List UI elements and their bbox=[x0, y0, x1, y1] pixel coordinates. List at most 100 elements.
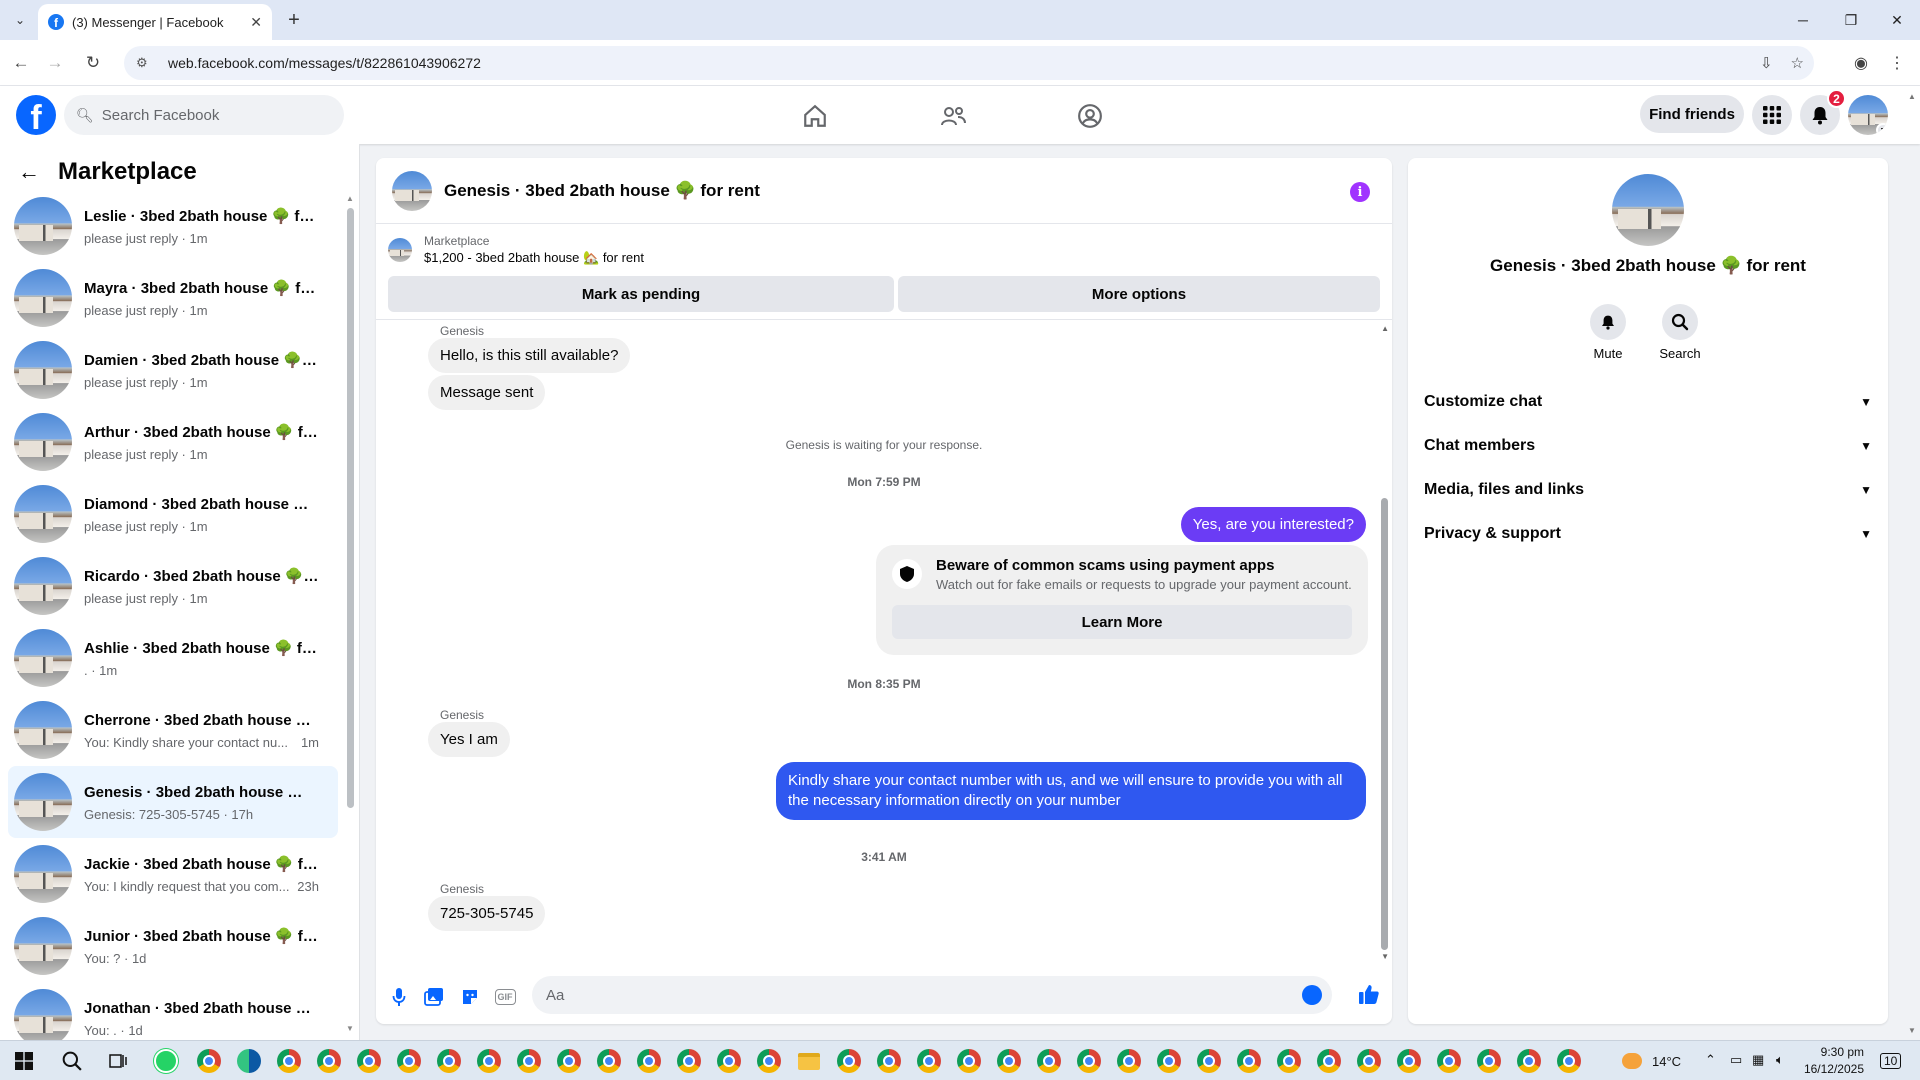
customize-chat-section[interactable]: Customize chat ▼ bbox=[1424, 380, 1872, 424]
chrome-icon[interactable] bbox=[1275, 1047, 1303, 1075]
back-icon[interactable]: ← bbox=[8, 50, 34, 76]
sticker-icon[interactable] bbox=[459, 986, 481, 1008]
chrome-icon[interactable] bbox=[395, 1047, 423, 1075]
sidebar-scrollbar[interactable] bbox=[347, 208, 354, 808]
microphone-icon[interactable] bbox=[388, 986, 410, 1008]
chat-avatar[interactable] bbox=[392, 170, 432, 211]
chrome-icon[interactable] bbox=[275, 1047, 303, 1075]
chrome-icon-active[interactable] bbox=[1555, 1047, 1583, 1075]
clock-date[interactable]: 16/12/2025 bbox=[1798, 1062, 1864, 1076]
chrome-icon[interactable] bbox=[915, 1047, 943, 1075]
browser-menu-icon[interactable]: ⋮ bbox=[1884, 50, 1910, 76]
conversation-item[interactable]: Mayra · 3bed 2bath house 🌳 fo... please … bbox=[8, 262, 338, 334]
chrome-icon[interactable] bbox=[1435, 1047, 1463, 1075]
chrome-icon[interactable] bbox=[435, 1047, 463, 1075]
chrome-icon[interactable] bbox=[195, 1047, 223, 1075]
photo-icon[interactable] bbox=[423, 986, 445, 1008]
new-tab-icon[interactable]: + bbox=[282, 8, 306, 32]
details-avatar[interactable] bbox=[1612, 174, 1684, 246]
chrome-icon[interactable] bbox=[475, 1047, 503, 1075]
conversation-item[interactable]: Damien · 3bed 2bath house 🌳 f... please … bbox=[8, 334, 338, 406]
incoming-message[interactable]: Hello, is this still available? bbox=[428, 338, 631, 373]
chrome-icon[interactable] bbox=[995, 1047, 1023, 1075]
taskbar-search-icon[interactable] bbox=[58, 1047, 86, 1075]
facebook-search-input[interactable]: 🔍︎ Search Facebook bbox=[64, 95, 344, 135]
tray-device-icon[interactable]: ▭ bbox=[1730, 1052, 1742, 1068]
chrome-icon[interactable] bbox=[1195, 1047, 1223, 1075]
conversation-item[interactable]: Diamond · 3bed 2bath house 🌳 ... please … bbox=[8, 478, 338, 550]
folder-icon[interactable] bbox=[795, 1047, 823, 1075]
chrome-icon[interactable] bbox=[715, 1047, 743, 1075]
gif-icon[interactable]: GIF bbox=[494, 986, 516, 1008]
chrome-icon[interactable] bbox=[1035, 1047, 1063, 1075]
reload-icon[interactable]: ↻ bbox=[80, 50, 106, 76]
chat-scrollbar[interactable] bbox=[1381, 498, 1388, 950]
outgoing-message[interactable]: Kindly share your contact number with us… bbox=[776, 762, 1366, 820]
chrome-icon[interactable] bbox=[555, 1047, 583, 1075]
profile-nav-icon[interactable] bbox=[1035, 94, 1145, 138]
site-info-icon[interactable]: ⚙ bbox=[136, 55, 154, 71]
chrome-icon[interactable] bbox=[675, 1047, 703, 1075]
scroll-up-icon[interactable]: ▲ bbox=[346, 194, 354, 203]
forward-icon[interactable]: → bbox=[42, 50, 68, 76]
volume-icon[interactable]: 🔈︎ bbox=[1776, 1052, 1784, 1068]
whatsapp-icon[interactable] bbox=[152, 1047, 180, 1075]
chrome-icon[interactable] bbox=[635, 1047, 663, 1075]
info-icon[interactable]: i bbox=[1350, 182, 1370, 202]
scroll-up-icon[interactable]: ▲ bbox=[1381, 324, 1389, 333]
weather-icon[interactable] bbox=[1618, 1047, 1646, 1075]
minimize-icon[interactable]: ─ bbox=[1780, 0, 1826, 40]
chrome-icon[interactable] bbox=[1075, 1047, 1103, 1075]
outgoing-message[interactable]: Yes, are you interested? bbox=[1180, 507, 1366, 542]
learn-more-button[interactable]: Learn More bbox=[892, 605, 1352, 639]
page-scroll-down-icon[interactable]: ▼ bbox=[1908, 1026, 1916, 1035]
search-in-chat-button[interactable]: Search bbox=[1650, 304, 1710, 361]
chrome-icon[interactable] bbox=[755, 1047, 783, 1075]
conversation-item[interactable]: Leslie · 3bed 2bath house 🌳 for... pleas… bbox=[8, 190, 338, 262]
home-nav-icon[interactable] bbox=[760, 94, 870, 138]
like-thumb-icon[interactable] bbox=[1358, 983, 1380, 1005]
conversation-item[interactable]: Jackie · 3bed 2bath house 🌳 fo... You: I… bbox=[8, 838, 338, 910]
listing-price[interactable]: $1,200 - 3bed 2bath house 🏡 for rent bbox=[424, 250, 644, 266]
browser-tab-messenger[interactable]: f (3) Messenger | Facebook ✕ bbox=[38, 4, 272, 40]
tray-chevron-icon[interactable]: ⌃ bbox=[1705, 1052, 1716, 1068]
account-avatar[interactable]: ▼ bbox=[1848, 95, 1888, 135]
chrome-icon[interactable] bbox=[1355, 1047, 1383, 1075]
chat-title[interactable]: Genesis · 3bed 2bath house 🌳 for rent bbox=[444, 181, 760, 201]
edge-icon[interactable] bbox=[235, 1047, 263, 1075]
chrome-icon[interactable] bbox=[1475, 1047, 1503, 1075]
conversation-item-active[interactable]: Genesis · 3bed 2bath house 🌳 f... Genesi… bbox=[8, 766, 338, 838]
chrome-icon[interactable] bbox=[1115, 1047, 1143, 1075]
close-window-icon[interactable]: ✕ bbox=[1874, 0, 1920, 40]
chrome-icon[interactable] bbox=[1155, 1047, 1183, 1075]
privacy-support-section[interactable]: Privacy & support ▼ bbox=[1424, 512, 1872, 556]
conversation-item[interactable]: Arthur · 3bed 2bath house 🌳 fo... please… bbox=[8, 406, 338, 478]
chrome-icon[interactable] bbox=[595, 1047, 623, 1075]
weather-temp[interactable]: 14°C bbox=[1652, 1054, 1681, 1069]
conversation-item[interactable]: Ricardo · 3bed 2bath house 🌳 f... please… bbox=[8, 550, 338, 622]
windows-start-icon[interactable] bbox=[10, 1047, 38, 1075]
chrome-icon[interactable] bbox=[1315, 1047, 1343, 1075]
chrome-icon[interactable] bbox=[875, 1047, 903, 1075]
mute-button[interactable]: Mute bbox=[1578, 304, 1638, 361]
chrome-icon[interactable] bbox=[835, 1047, 863, 1075]
scroll-down-icon[interactable]: ▼ bbox=[1381, 952, 1389, 961]
listing-thumbnail[interactable] bbox=[388, 238, 412, 262]
profile-icon[interactable]: ◉ bbox=[1848, 50, 1874, 76]
notification-center-icon[interactable]: 10 bbox=[1880, 1053, 1902, 1069]
friends-nav-icon[interactable] bbox=[898, 94, 1008, 138]
clock-time[interactable]: 9:30 pm bbox=[1808, 1045, 1864, 1059]
message-input[interactable]: Aa bbox=[532, 976, 1332, 1014]
back-arrow-icon[interactable]: ← bbox=[18, 159, 40, 185]
bookmark-star-icon[interactable]: ☆ bbox=[1791, 54, 1804, 72]
more-options-button[interactable]: More options bbox=[898, 276, 1380, 312]
close-tab-icon[interactable]: ✕ bbox=[250, 14, 262, 31]
conversation-item[interactable]: Junior · 3bed 2bath house 🌳 fo... You: ?… bbox=[8, 910, 338, 982]
scroll-down-icon[interactable]: ▼ bbox=[346, 1024, 354, 1033]
network-icon[interactable]: ▦ bbox=[1752, 1052, 1764, 1068]
chrome-icon[interactable] bbox=[1515, 1047, 1543, 1075]
chrome-icon[interactable] bbox=[315, 1047, 343, 1075]
facebook-logo-icon[interactable]: f bbox=[16, 95, 56, 135]
menu-grid-icon[interactable] bbox=[1752, 95, 1792, 135]
media-files-section[interactable]: Media, files and links ▼ bbox=[1424, 468, 1872, 512]
